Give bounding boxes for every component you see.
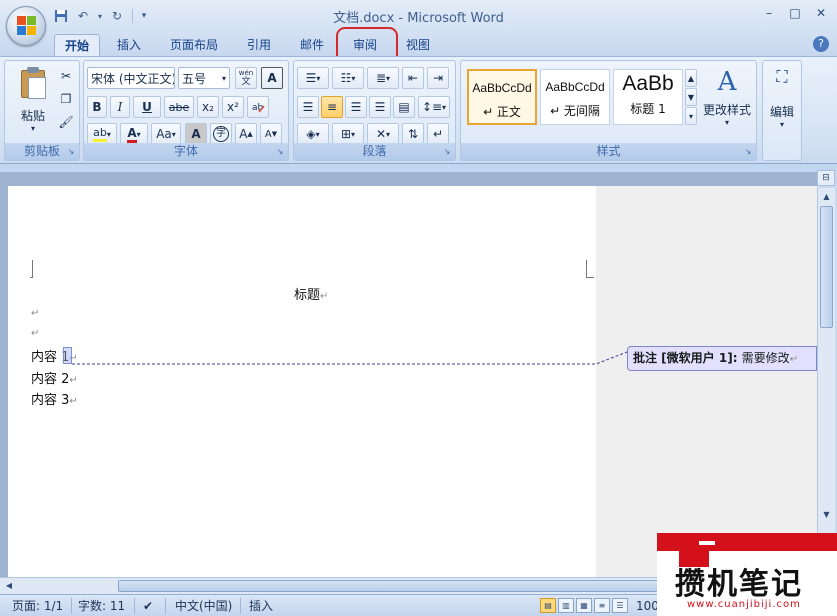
view-ruler-button[interactable]: ⊟ [817, 170, 835, 186]
vertical-scroll-thumb[interactable] [820, 206, 833, 328]
word-count[interactable]: 字数: 11 [78, 598, 125, 614]
outline-icon[interactable]: ≡ [594, 598, 610, 613]
watermark-text: 攒机笔记 [675, 567, 803, 602]
watermark: 攒机笔记 www.cuanjibiji.com [657, 533, 837, 616]
web-layout-icon[interactable]: ▦ [576, 598, 592, 613]
scroll-down-arrow[interactable]: ▼ [820, 508, 833, 522]
insert-mode[interactable]: 插入 [249, 598, 273, 614]
divider [71, 598, 72, 614]
divider [165, 598, 166, 614]
vertical-scrollbar[interactable]: ▲ ▼ ⏶ ● ⏷ [817, 188, 835, 577]
draft-icon[interactable]: ☰ [612, 598, 628, 613]
proofing-icon[interactable]: ✔ [143, 598, 153, 614]
office-button[interactable] [6, 6, 46, 46]
scroll-up-arrow[interactable]: ▲ [820, 190, 833, 204]
office-logo-icon [17, 16, 37, 36]
print-layout-icon[interactable]: ▤ [540, 598, 556, 613]
zoom-level[interactable]: 100 [636, 598, 659, 614]
comment-author: 微软用户 1 [666, 351, 728, 365]
divider [240, 598, 241, 614]
comment-suffix: ]: [727, 351, 742, 365]
comment-text: 需要修改 [741, 351, 790, 365]
comment-prefix: 批注 [ [633, 351, 667, 365]
watermark-url: www.cuanjibiji.com [687, 599, 801, 610]
paragraph-mark: ↵ [789, 354, 799, 365]
language-indicator[interactable]: 中文(中国) [175, 598, 232, 614]
divider [134, 598, 135, 614]
scroll-left-arrow[interactable]: ◀ [2, 579, 16, 593]
comment-connector [72, 351, 628, 365]
comment-balloon[interactable]: 批注 [微软用户 1]: 需要修改↵ [627, 346, 817, 371]
page-count[interactable]: 页面: 1/1 [12, 598, 63, 614]
full-screen-reading-icon[interactable]: ▥ [558, 598, 574, 613]
